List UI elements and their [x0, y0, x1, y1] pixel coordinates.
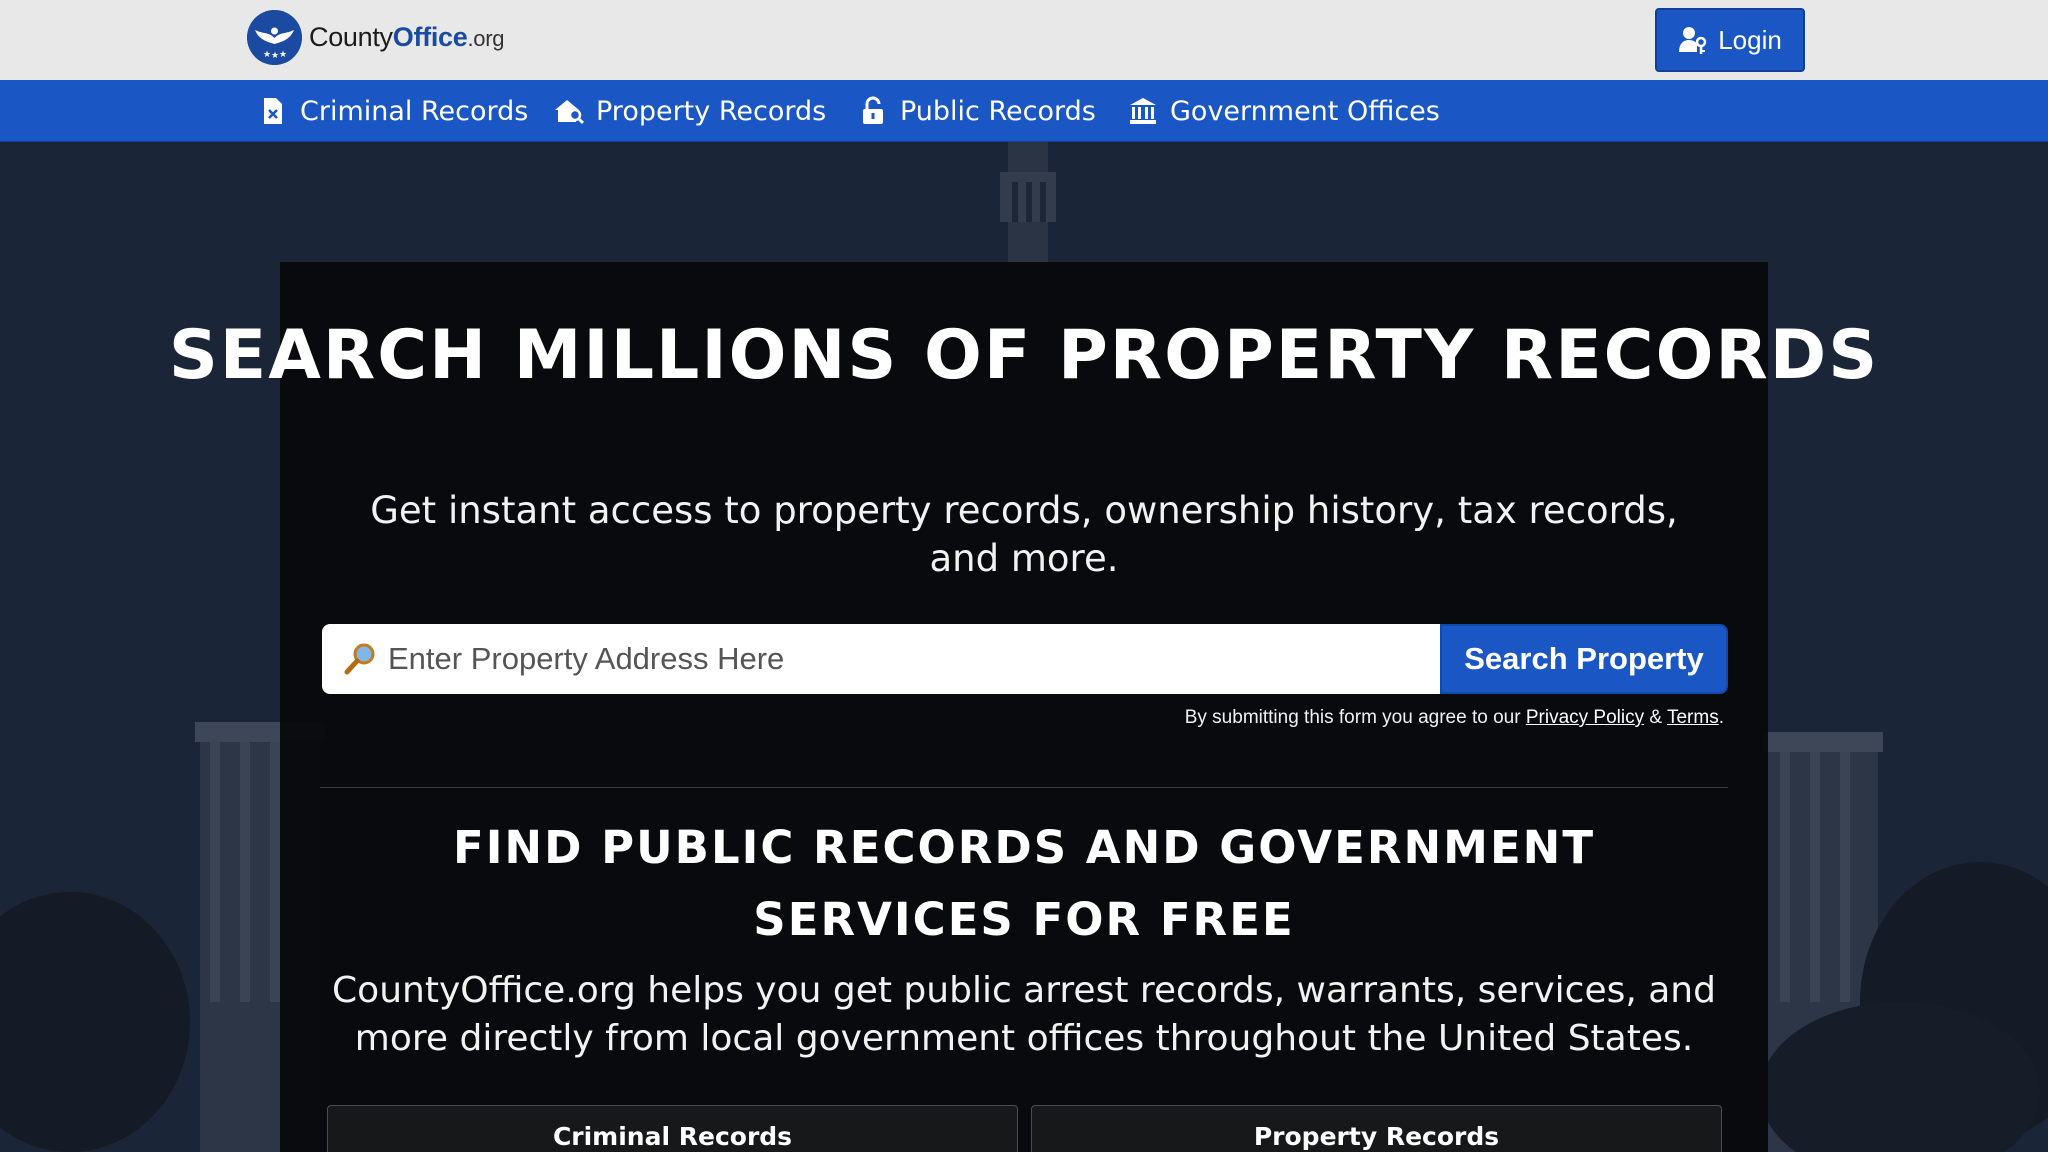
- hero-title: SEARCH MILLIONS OF PROPERTY RECORDS: [168, 316, 1880, 395]
- user-key-icon: [1679, 27, 1707, 54]
- magnifying-glass-icon: [344, 643, 375, 675]
- svg-text:★: ★: [263, 50, 271, 60]
- card-criminal-records[interactable]: Criminal Records: [327, 1105, 1018, 1152]
- disclaimer-suffix: .: [1718, 707, 1724, 728]
- nav-item-government-offices[interactable]: Government Offices: [1128, 80, 1440, 142]
- nav-item-label: Government Offices: [1170, 95, 1440, 127]
- file-x-icon: [264, 98, 282, 124]
- privacy-policy-link[interactable]: Privacy Policy: [1526, 707, 1644, 728]
- property-address-input[interactable]: [388, 626, 1440, 692]
- card-property-records[interactable]: Property Records: [1031, 1105, 1722, 1152]
- logo-wordmark: CountyOffice.org: [309, 22, 504, 53]
- logo-brand-plain: County: [309, 21, 393, 52]
- eagle-seal-icon: ★ ★ ★: [247, 9, 302, 65]
- login-label: Login: [1718, 24, 1782, 55]
- main-navigation: Criminal Records Property Records Public…: [0, 80, 2048, 142]
- disclaimer-separator: &: [1644, 707, 1667, 728]
- login-button[interactable]: Login: [1655, 8, 1805, 72]
- property-search-field[interactable]: [322, 624, 1440, 694]
- form-disclaimer: By submitting this form you agree to our…: [322, 707, 1724, 729]
- logo-brand-tld: .org: [467, 25, 505, 51]
- section-divider: [320, 787, 1728, 788]
- house-search-icon: [555, 100, 584, 125]
- search-property-button[interactable]: Search Property: [1440, 624, 1728, 694]
- hero-subtitle: Get instant access to property records, …: [370, 489, 1678, 580]
- section-description: CountyOffice.org helps you get public ar…: [332, 970, 1716, 1059]
- nav-item-public-records[interactable]: Public Records: [858, 80, 1096, 142]
- logo-brand-bold: Office: [392, 21, 468, 52]
- nav-item-criminal-records[interactable]: Criminal Records: [258, 80, 528, 142]
- nav-item-label: Public Records: [900, 95, 1096, 127]
- section-title: FIND PUBLIC RECORDS AND GOVERNMENT SERVI…: [452, 821, 1596, 946]
- site-header: ★ ★ ★ CountyOffice.org Login: [0, 0, 2048, 80]
- disclaimer-prefix: By submitting this form you agree to our: [1184, 707, 1526, 728]
- nav-item-label: Property Records: [596, 95, 827, 127]
- svg-text:★: ★: [271, 51, 279, 61]
- svg-text:★: ★: [279, 50, 287, 60]
- site-logo[interactable]: ★ ★ ★ CountyOffice.org: [247, 9, 504, 65]
- unlock-icon: [863, 96, 883, 124]
- terms-link[interactable]: Terms: [1667, 707, 1719, 728]
- government-building-icon: [1130, 98, 1156, 124]
- nav-item-label: Criminal Records: [300, 95, 529, 127]
- nav-item-property-records[interactable]: Property Records: [554, 80, 826, 142]
